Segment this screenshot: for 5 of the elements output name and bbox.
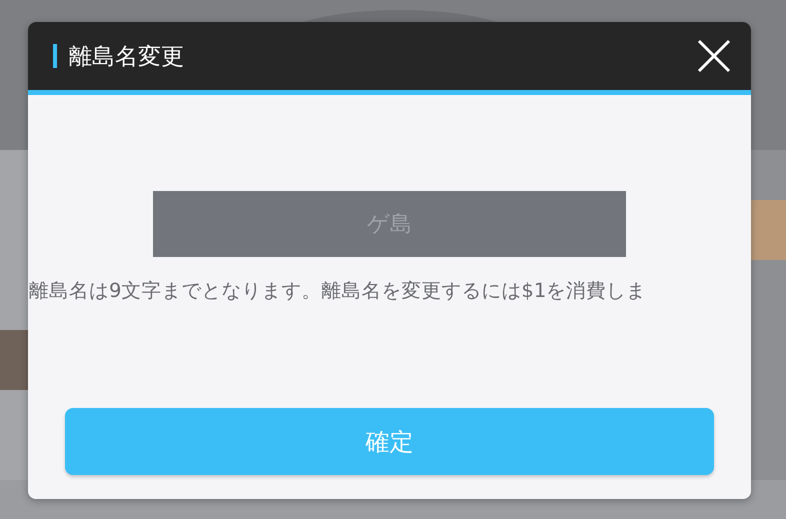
dialog-title: 離島名変更 [69, 42, 185, 72]
confirm-button[interactable]: 確定 [65, 408, 714, 475]
close-button[interactable] [697, 39, 731, 73]
title-accent-bar [53, 44, 57, 68]
rename-note: 離島名は9文字までとなります。離島名を変更するには$1を消費しま [28, 278, 648, 304]
